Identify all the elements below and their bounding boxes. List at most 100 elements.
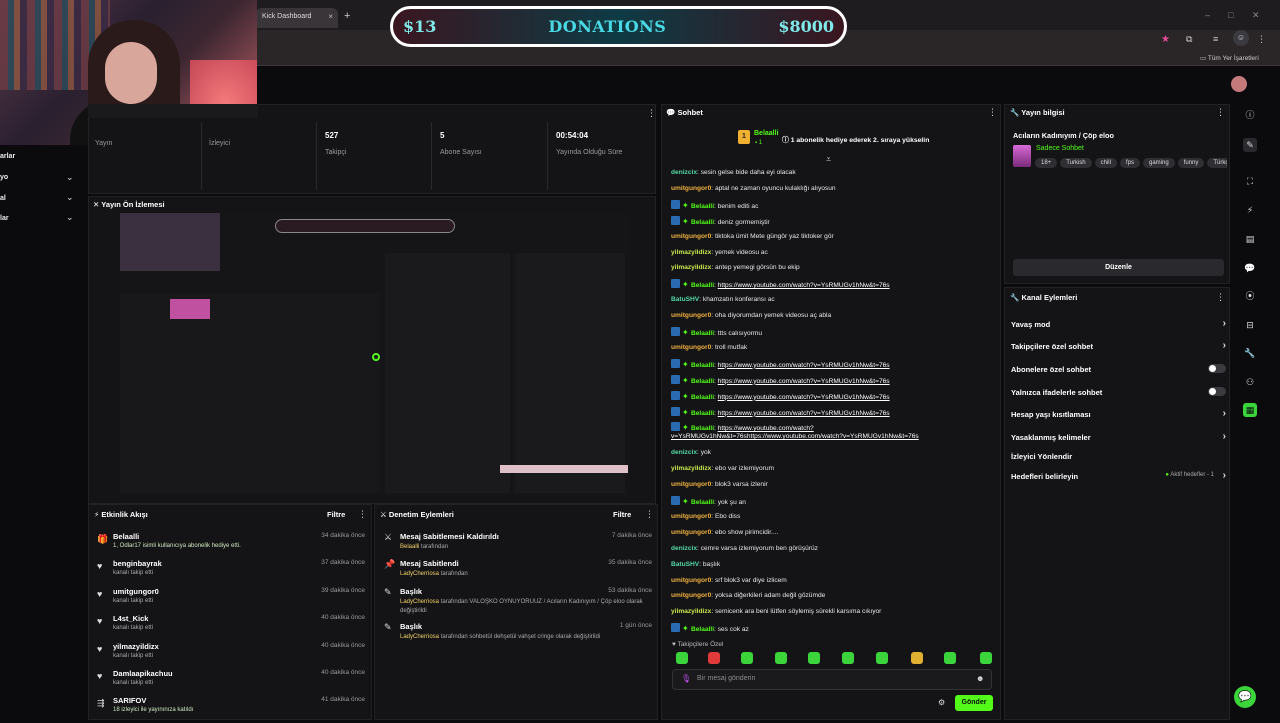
stats-menu-icon[interactable]: ⋮ xyxy=(647,108,656,119)
chat-username[interactable]: Belaalli xyxy=(691,282,714,289)
moderation-item[interactable]: ⚔ Mesaj Sabitlemesi Kaldırıldı Belaalli ta… xyxy=(382,532,654,560)
activity-user[interactable]: Belaalli xyxy=(113,532,139,541)
settings-gear-icon[interactable]: ⚙ xyxy=(938,698,945,707)
chevron-right-icon[interactable]: › xyxy=(1223,318,1226,329)
emote-icon[interactable] xyxy=(944,652,956,664)
moderation-user[interactable]: LadyCherriosa xyxy=(400,571,439,577)
send-button[interactable]: Gönder xyxy=(955,695,993,711)
chat-menu-icon[interactable]: ⋮ xyxy=(988,107,997,118)
toggle-switch[interactable] xyxy=(1208,364,1226,373)
apps-icon[interactable]: ▦ xyxy=(1243,403,1257,417)
chat-username[interactable]: umitgungor0 xyxy=(671,481,711,488)
emote-icon[interactable] xyxy=(775,652,787,664)
moderation-item[interactable]: ✎ Başlık LadyCherriosa tarafından VALOŞKO … xyxy=(382,587,654,615)
emote-icon[interactable] xyxy=(808,652,820,664)
mic-icon[interactable]: 🎙 xyxy=(681,674,691,683)
chevron-right-icon[interactable]: › xyxy=(1223,340,1226,351)
chevron-right-icon[interactable]: › xyxy=(1223,431,1226,442)
chat-username[interactable]: yilmazyildizx xyxy=(671,465,711,472)
activity-item[interactable]: 🎁 Belaalli 1, Odlar17 isimli kullanıcıya a… xyxy=(95,532,367,559)
browser-tab[interactable]: Kick Dashboard × xyxy=(256,8,338,28)
activity-user[interactable]: yilmazyildizx xyxy=(113,642,159,651)
emote-icon[interactable] xyxy=(741,652,753,664)
info-icon[interactable]: ⓘ xyxy=(1243,108,1257,122)
chat-username[interactable]: Belaalli xyxy=(691,410,714,417)
chat-username[interactable]: Belaalli xyxy=(691,499,714,506)
chat-username[interactable]: umitgungor0 xyxy=(671,233,711,240)
stream-tag[interactable]: chill xyxy=(1094,158,1117,168)
activity-user[interactable]: L4st_Kick xyxy=(113,614,148,623)
extensions-icon[interactable]: ⧉ xyxy=(1186,34,1192,45)
chat-username[interactable]: Belaalli xyxy=(691,330,714,337)
moderation-menu-icon[interactable]: ⋮ xyxy=(645,509,654,520)
chat-username[interactable]: Belaalli xyxy=(691,219,714,226)
chat-username[interactable]: denizcix xyxy=(671,449,697,456)
expand-view-icon[interactable]: ⛶ xyxy=(1243,174,1257,188)
toggle-switch[interactable] xyxy=(1208,387,1226,396)
channel-action-item[interactable]: Yalnızca ifadelerle sohbet xyxy=(1011,387,1226,397)
edit-button[interactable]: Düzenle xyxy=(1013,259,1224,276)
chat-link[interactable]: https://www.youtube.com/watch?v=YsRMUGv1… xyxy=(718,378,890,385)
activity-item[interactable]: ♥ yilmazyildizx kanalı takip etti 40 dakika… xyxy=(95,642,367,669)
close-window-icon[interactable]: ✕ xyxy=(1252,10,1260,21)
bolt-icon[interactable]: ⚡ xyxy=(1243,203,1257,217)
moderation-item[interactable]: ✎ Başlık LadyCherriosa tarafından sohbetül… xyxy=(382,622,654,650)
chat-link[interactable]: https://www.youtube.com/watch? xyxy=(718,425,814,432)
chat-link[interactable]: https://www.youtube.com/watch?v=YsRMUGv1… xyxy=(718,362,890,369)
bookmark-star-icon[interactable]: ★ xyxy=(1161,34,1170,45)
chat-username[interactable]: denizcix xyxy=(671,545,697,552)
moderation-user[interactable]: LadyCherriosa xyxy=(400,634,439,640)
channel-action-item[interactable]: Takipçilere özel sohbet › xyxy=(1011,340,1226,351)
chat-username[interactable]: umitgungor0 xyxy=(671,185,711,192)
channel-actions-menu-icon[interactable]: ⋮ xyxy=(1216,292,1225,303)
chat-link[interactable]: https://www.youtube.com/watch?v=YsRMUGv1… xyxy=(718,394,890,401)
sidebar-item-2[interactable]: yo xyxy=(0,174,8,181)
chat-username[interactable]: denizcix xyxy=(671,169,697,176)
close-icon[interactable]: ✕ xyxy=(93,200,101,209)
emote-icon[interactable] xyxy=(842,652,854,664)
layout-icon[interactable]: ⊟ xyxy=(1243,318,1257,332)
chat-username[interactable]: BatuSHV xyxy=(671,561,699,568)
chat-icon[interactable]: 💬 xyxy=(1243,261,1257,275)
chat-username[interactable]: yilmazyildizx xyxy=(671,264,711,271)
stream-tag[interactable]: gaming xyxy=(1143,158,1175,168)
stream-tag[interactable]: fps xyxy=(1119,158,1140,168)
media-icon[interactable]: ≡ xyxy=(1213,34,1218,44)
stream-tag[interactable]: Türkçe xyxy=(1207,158,1227,168)
chat-username[interactable]: umitgungor0 xyxy=(671,592,711,599)
chevron-down-icon[interactable]: ⌄ xyxy=(66,192,74,203)
chat-username[interactable]: umitgungor0 xyxy=(671,513,711,520)
stream-tag[interactable]: 18+ xyxy=(1035,158,1058,168)
all-bookmarks[interactable]: ▭ Tüm Yer İşaretleri xyxy=(1200,54,1259,62)
tools-icon[interactable]: 🔧 xyxy=(1243,346,1257,360)
new-tab-icon[interactable]: + xyxy=(344,10,350,22)
channel-action-item[interactable]: Hesap yaşı kısıtlaması › xyxy=(1011,408,1226,419)
stream-info-menu-icon[interactable]: ⋮ xyxy=(1216,107,1225,118)
minimize-icon[interactable]: – xyxy=(1205,10,1210,20)
chat-username[interactable]: Belaalli xyxy=(691,203,714,210)
activity-item[interactable]: ♥ L4st_Kick kanalı takip etti 40 dakika önc… xyxy=(95,614,367,641)
profile-icon[interactable]: ☺ xyxy=(1233,30,1249,46)
chat-username[interactable]: BatuSHV xyxy=(671,296,699,303)
activity-user[interactable]: umitgungor0 xyxy=(113,587,159,596)
activity-user[interactable]: benginbayrak xyxy=(113,559,162,568)
avatar[interactable] xyxy=(1231,76,1247,92)
channel-action-item[interactable]: İzleyici Yönlendir xyxy=(1011,452,1226,461)
moderation-user[interactable]: LadyCherriosa xyxy=(400,599,439,605)
activity-item[interactable]: ♥ umitgungor0 kanalı takip etti 39 dakika ö… xyxy=(95,587,367,614)
category-name[interactable]: Sadece Sohbet xyxy=(1036,145,1084,152)
chat-username[interactable]: Belaalli xyxy=(691,626,714,633)
moderation-user[interactable]: Belaalli xyxy=(400,544,419,550)
channel-action-item[interactable]: Abonelere özel sohbet xyxy=(1011,364,1226,374)
activity-item[interactable]: ⇶ SARIFOV 18 izleyici ile yayınınıza katıl… xyxy=(95,696,367,723)
edit-pencil-icon[interactable]: ✎ xyxy=(1243,138,1257,152)
chat-username[interactable]: umitgungor0 xyxy=(671,577,711,584)
chevron-right-icon[interactable]: › xyxy=(1223,408,1226,419)
stream-preview-video[interactable] xyxy=(120,213,629,500)
chat-username[interactable]: Belaalli xyxy=(691,425,714,432)
sidebar-item-1[interactable]: arlar xyxy=(0,153,15,160)
menu-dots-icon[interactable]: ⋮ xyxy=(1257,34,1266,45)
chat-username[interactable]: umitgungor0 xyxy=(671,344,711,351)
moderation-item[interactable]: 📌 Mesaj Sabitlendi LadyCherriosa tarafında… xyxy=(382,559,654,587)
chat-link[interactable]: https://www.youtube.com/watch?v=YsRMUGv1… xyxy=(718,410,890,417)
